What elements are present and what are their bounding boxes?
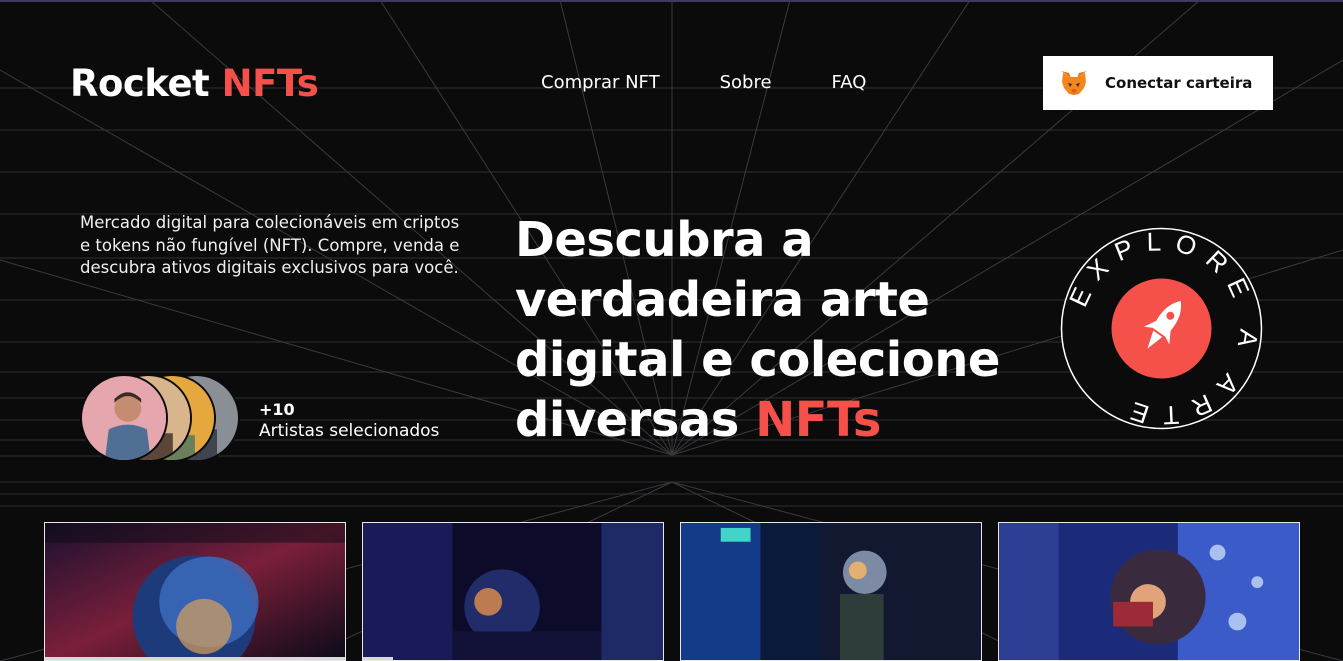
avatar: [80, 374, 168, 462]
nft-card-4[interactable]: [998, 522, 1300, 661]
connect-wallet-button[interactable]: Conectar carteira: [1043, 56, 1273, 110]
nft-card-3[interactable]: [680, 522, 982, 661]
metamask-fox-icon: [1061, 71, 1087, 95]
nav-faq[interactable]: FAQ: [832, 72, 867, 93]
artists-label: Artistas selecionados: [259, 421, 440, 441]
connect-wallet-label: Conectar carteira: [1105, 74, 1253, 92]
hero-description: Mercado digital para colecionáveis em cr…: [80, 213, 460, 277]
nft-gallery: [44, 522, 1304, 661]
card-progress: [45, 657, 345, 660]
artist-avatars: [80, 374, 250, 462]
main-nav: Comprar NFT Sobre FAQ: [541, 72, 926, 93]
site-logo[interactable]: Rocket NFTs: [70, 62, 319, 105]
logo-accent: NFTs: [221, 62, 319, 105]
headline-accent: NFTs: [755, 392, 881, 448]
nav-sobre[interactable]: Sobre: [720, 72, 772, 93]
nft-card-1[interactable]: [44, 522, 346, 661]
logo-main: Rocket: [70, 62, 210, 105]
nft-card-2[interactable]: [362, 522, 664, 661]
artists-info: +10 Artistas selecionados: [259, 400, 439, 441]
nav-comprar-nft[interactable]: Comprar NFT: [541, 72, 660, 93]
artists-count: +10: [259, 400, 295, 419]
explore-badge[interactable]: EXPLORE A ARTE: [1060, 227, 1263, 430]
card-progress: [363, 657, 393, 660]
hero-headline: Descubra a verdadeira arte digital e col…: [515, 210, 1035, 450]
